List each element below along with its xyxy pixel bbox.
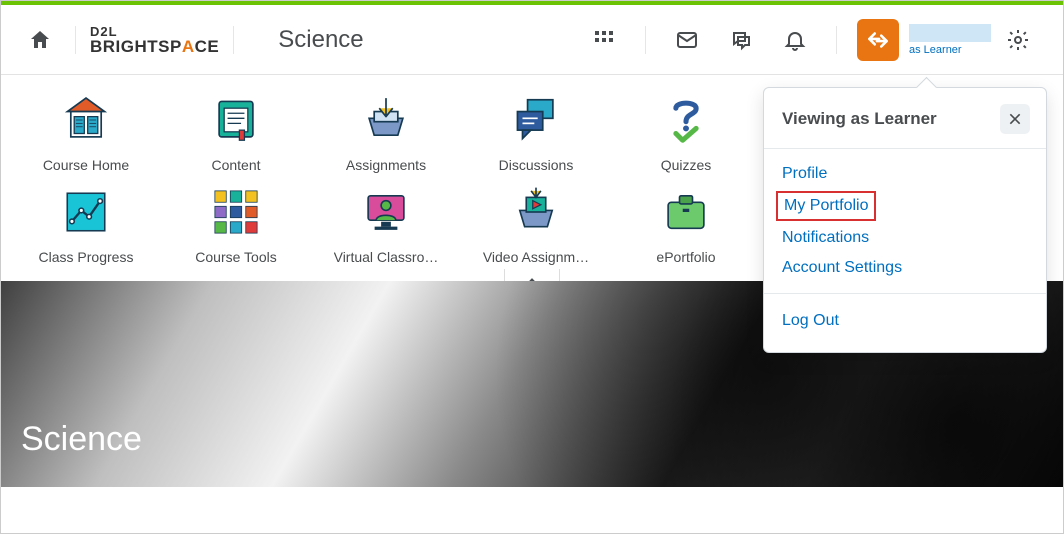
nav-label: Course Home bbox=[43, 157, 129, 173]
user-dropdown: Viewing as Learner Profile My Portfolio … bbox=[763, 87, 1047, 353]
nav-virtual-classroom[interactable]: Virtual Classro… bbox=[311, 185, 461, 265]
quizzes-icon bbox=[659, 93, 713, 147]
gear-icon bbox=[1006, 28, 1030, 52]
nav-label: Quizzes bbox=[661, 157, 712, 173]
course-title[interactable]: Science bbox=[278, 26, 363, 54]
nav-quizzes[interactable]: Quizzes bbox=[611, 93, 761, 173]
nav-assignments[interactable]: Assignments bbox=[311, 93, 461, 173]
app-switcher-button[interactable] bbox=[583, 19, 625, 61]
nav-label: Virtual Classro… bbox=[334, 249, 439, 265]
nav-content[interactable]: Content bbox=[161, 93, 311, 173]
assignments-icon bbox=[359, 93, 413, 147]
logo-top: D2L bbox=[90, 25, 219, 38]
user-menu[interactable]: as Learner bbox=[909, 24, 991, 56]
nav-course-tools[interactable]: Course Tools bbox=[161, 185, 311, 265]
course-tools-icon bbox=[209, 185, 263, 239]
nav-label: Course Tools bbox=[195, 249, 276, 265]
content-icon bbox=[209, 93, 263, 147]
settings-button[interactable] bbox=[997, 19, 1039, 61]
grid-icon bbox=[592, 28, 616, 52]
dropdown-list-secondary: Log Out bbox=[764, 294, 1046, 352]
dropdown-item-notifications[interactable]: Notifications bbox=[764, 223, 1046, 253]
virtual-classroom-icon bbox=[359, 185, 413, 239]
nav-eportfolio[interactable]: ePortfolio bbox=[611, 185, 761, 265]
nav-label: Assignments bbox=[346, 157, 426, 173]
alerts-button[interactable] bbox=[774, 19, 816, 61]
nav-class-progress[interactable]: Class Progress bbox=[11, 185, 161, 265]
nav-label: Discussions bbox=[499, 157, 574, 173]
eportfolio-icon bbox=[659, 185, 713, 239]
messages-button[interactable] bbox=[666, 19, 708, 61]
discussions-icon bbox=[509, 93, 563, 147]
app-header: D2L BRIGHTSPACE Science as Learner bbox=[1, 5, 1063, 75]
banner-title: Science bbox=[21, 420, 142, 459]
dropdown-item-profile[interactable]: Profile bbox=[764, 159, 1046, 189]
course-home-icon bbox=[59, 93, 113, 147]
dropdown-list: Profile My Portfolio Notifications Accou… bbox=[764, 149, 1046, 294]
divider bbox=[233, 26, 234, 54]
brightspace-logo[interactable]: D2L BRIGHTSPACE bbox=[90, 25, 219, 55]
dropdown-header: Viewing as Learner bbox=[764, 88, 1046, 149]
divider bbox=[75, 26, 76, 54]
role-switch-icon bbox=[865, 27, 891, 53]
bell-icon bbox=[783, 28, 807, 52]
dropdown-title: Viewing as Learner bbox=[782, 109, 937, 129]
logo-bottom: BRIGHTSPACE bbox=[90, 38, 219, 55]
subscriptions-button[interactable] bbox=[720, 19, 762, 61]
nav-label: ePortfolio bbox=[656, 249, 715, 265]
nav-video-assignment[interactable]: Video Assignm… bbox=[461, 185, 611, 265]
mail-icon bbox=[675, 28, 699, 52]
dropdown-item-logout[interactable]: Log Out bbox=[764, 306, 1046, 336]
home-button[interactable] bbox=[19, 19, 61, 61]
video-assignment-icon bbox=[509, 185, 563, 239]
home-icon bbox=[28, 28, 52, 52]
dropdown-item-my-portfolio[interactable]: My Portfolio bbox=[776, 191, 876, 221]
nav-label: Content bbox=[211, 157, 260, 173]
user-role-label: as Learner bbox=[909, 44, 962, 56]
nav-label: Class Progress bbox=[39, 249, 134, 265]
dropdown-close-button[interactable] bbox=[1000, 104, 1030, 134]
close-icon bbox=[1007, 111, 1023, 127]
nav-discussions[interactable]: Discussions bbox=[461, 93, 611, 173]
class-progress-icon bbox=[59, 185, 113, 239]
divider bbox=[836, 26, 837, 54]
dropdown-item-account-settings[interactable]: Account Settings bbox=[764, 253, 1046, 283]
divider bbox=[645, 26, 646, 54]
nav-label: Video Assignm… bbox=[483, 249, 589, 265]
chat-icon bbox=[729, 28, 753, 52]
role-switch-button[interactable] bbox=[857, 19, 899, 61]
user-name-redacted bbox=[909, 24, 991, 42]
nav-course-home[interactable]: Course Home bbox=[11, 93, 161, 173]
